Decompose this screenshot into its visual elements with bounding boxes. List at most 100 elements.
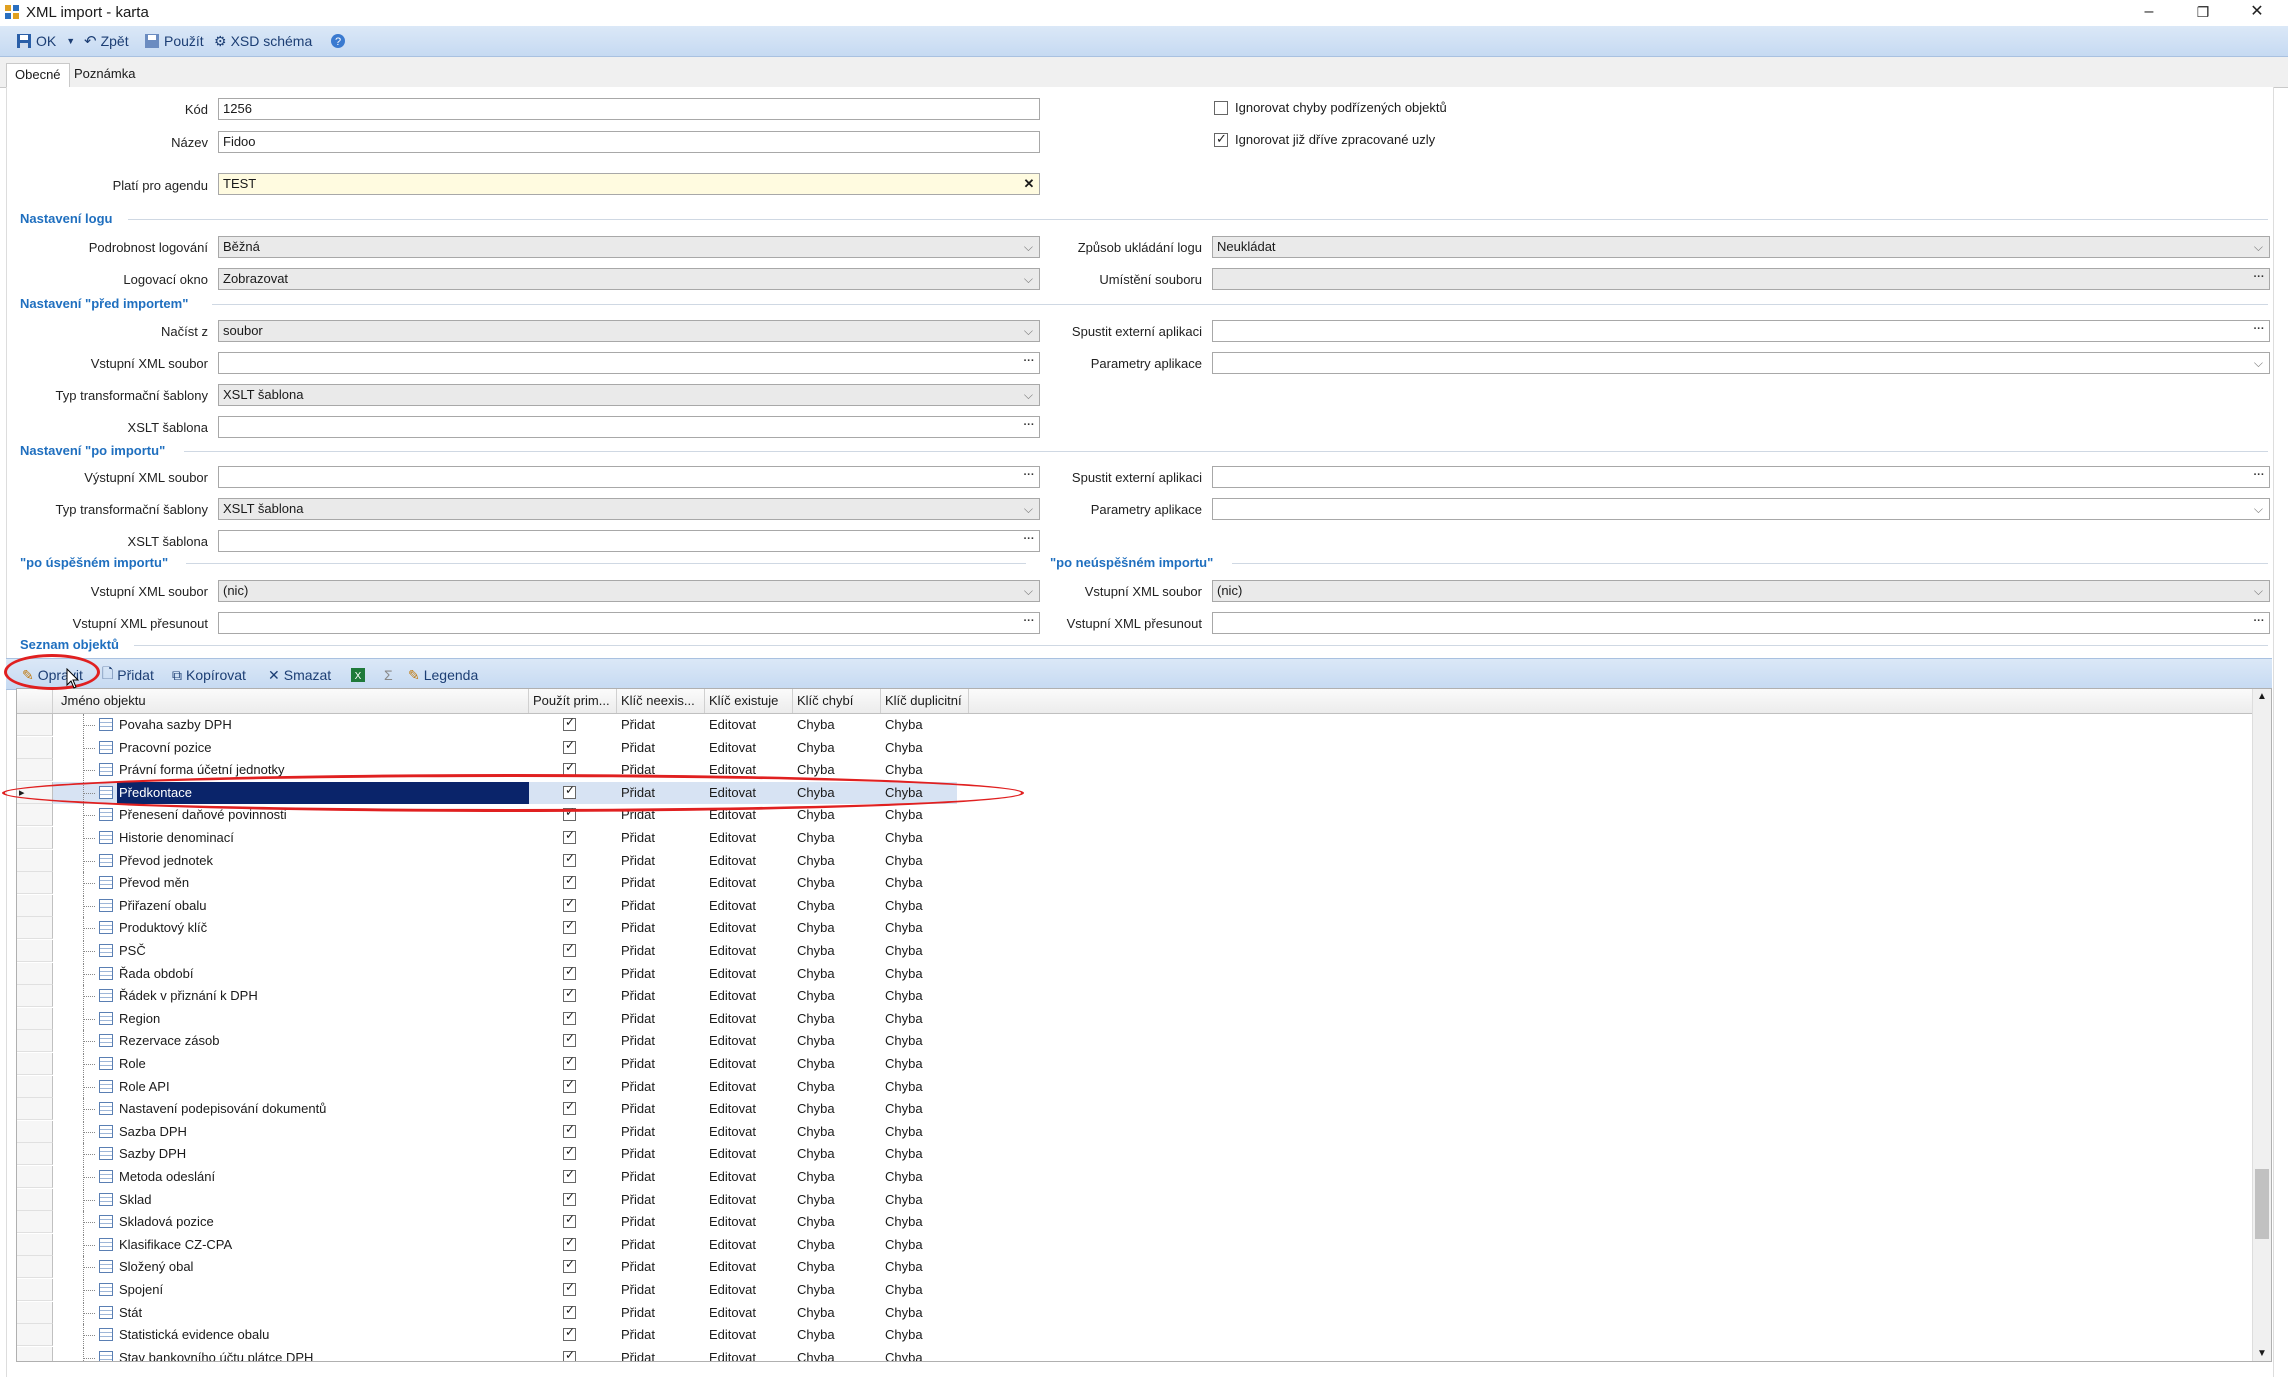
object-name-cell[interactable]: Region	[117, 1008, 529, 1030]
object-name-cell[interactable]: Klasifikace CZ-CPA	[117, 1234, 529, 1256]
header-key-duplicate[interactable]: Klíč duplicitní	[881, 689, 969, 713]
copy-button[interactable]: ⧉ Kopírovat	[172, 665, 246, 685]
key-not-exists-cell[interactable]: Přidat	[621, 872, 705, 894]
key-duplicate-cell[interactable]: Chyba	[885, 804, 969, 826]
use-primary-checkbox[interactable]	[563, 1325, 576, 1342]
clear-icon[interactable]: ✕	[1021, 176, 1037, 192]
ignore-child-errors-checkbox[interactable]	[1214, 101, 1228, 115]
header-key-missing[interactable]: Klíč chybí	[793, 689, 881, 713]
key-missing-cell[interactable]: Chyba	[797, 872, 881, 894]
key-exists-cell[interactable]: Editovat	[709, 714, 793, 736]
row-indicator[interactable]	[17, 759, 53, 782]
table-row[interactable]: Produktový klíčPřidatEditovatChybaChyba	[17, 917, 957, 940]
run-ext-field[interactable]: ···	[1212, 320, 2270, 342]
object-name-cell[interactable]: Historie denominací	[117, 827, 529, 849]
post-run-ext-field[interactable]: ···	[1212, 466, 2270, 488]
object-name-cell[interactable]: Stát	[117, 1302, 529, 1324]
key-not-exists-cell[interactable]: Přidat	[621, 1121, 705, 1143]
table-row[interactable]: Složený obalPřidatEditovatChybaChyba	[17, 1256, 957, 1279]
row-indicator[interactable]	[17, 1301, 53, 1324]
tab-note[interactable]: Poznámka	[66, 63, 143, 87]
table-row[interactable]: Metoda odesláníPřidatEditovatChybaChyba	[17, 1166, 957, 1188]
key-missing-cell[interactable]: Chyba	[797, 1143, 881, 1165]
key-duplicate-cell[interactable]: Chyba	[885, 1234, 969, 1256]
key-not-exists-cell[interactable]: Přidat	[621, 940, 705, 962]
key-duplicate-cell[interactable]: Chyba	[885, 827, 969, 849]
use-primary-checkbox[interactable]	[563, 1257, 576, 1274]
use-primary-checkbox[interactable]	[563, 941, 576, 957]
use-primary-checkbox[interactable]	[563, 1031, 576, 1048]
table-row[interactable]: SpojeníPřidatEditovatChybaChyba	[17, 1279, 957, 1301]
key-exists-cell[interactable]: Editovat	[709, 1279, 793, 1301]
table-row[interactable]: PSČPřidatEditovatChybaChyba	[17, 940, 957, 962]
object-name-cell[interactable]: Spojení	[117, 1279, 529, 1301]
table-row[interactable]: Převod jednotekPřidatEditovatChybaChyba	[17, 849, 957, 872]
use-primary-checkbox[interactable]	[563, 715, 576, 731]
table-row[interactable]: Sazba DPHPřidatEditovatChybaChyba	[17, 1120, 957, 1143]
row-indicator[interactable]	[17, 872, 53, 895]
key-exists-cell[interactable]: Editovat	[709, 917, 793, 939]
back-button[interactable]: ↶ Zpět	[84, 31, 129, 51]
row-indicator[interactable]	[17, 1098, 53, 1121]
use-primary-checkbox[interactable]	[563, 1303, 576, 1319]
object-name-cell[interactable]: Převod jednotek	[117, 850, 529, 872]
table-row[interactable]: Rezervace zásobPřidatEditovatChybaChyba	[17, 1030, 957, 1053]
use-primary-checkbox[interactable]	[563, 986, 576, 1003]
key-not-exists-cell[interactable]: Přidat	[621, 1166, 705, 1188]
row-indicator[interactable]	[17, 1030, 53, 1053]
key-missing-cell[interactable]: Chyba	[797, 850, 881, 872]
key-duplicate-cell[interactable]: Chyba	[885, 737, 969, 759]
object-name-cell[interactable]: PSČ	[117, 940, 529, 962]
key-not-exists-cell[interactable]: Přidat	[621, 1030, 705, 1052]
key-not-exists-cell[interactable]: Přidat	[621, 1256, 705, 1278]
maximize-button[interactable]: ❐	[2176, 0, 2230, 26]
grid-scrollbar[interactable]: ▲ ▼	[2252, 689, 2271, 1361]
use-primary-checkbox[interactable]	[563, 851, 576, 867]
key-exists-cell[interactable]: Editovat	[709, 1121, 793, 1143]
row-indicator[interactable]	[17, 1053, 53, 1075]
output-xml-field[interactable]: ···	[218, 466, 1040, 488]
key-exists-cell[interactable]: Editovat	[709, 1076, 793, 1098]
row-indicator[interactable]	[17, 894, 53, 917]
key-missing-cell[interactable]: Chyba	[797, 1053, 881, 1075]
key-exists-cell[interactable]: Editovat	[709, 940, 793, 962]
app-params-select[interactable]: ⌵	[1212, 352, 2270, 374]
table-row[interactable]: Povaha sazby DPHPřidatEditovatChybaChyba	[17, 714, 957, 736]
row-indicator[interactable]	[17, 736, 53, 759]
key-exists-cell[interactable]: Editovat	[709, 737, 793, 759]
key-exists-cell[interactable]: Editovat	[709, 1347, 793, 1361]
use-primary-checkbox[interactable]	[563, 1167, 576, 1183]
table-row[interactable]: Sazby DPHPřidatEditovatChybaChyba	[17, 1143, 957, 1166]
apply-button[interactable]: Použít	[144, 31, 204, 51]
object-name-cell[interactable]: Povaha sazby DPH	[117, 714, 529, 736]
xslt-field[interactable]: ···	[218, 416, 1040, 438]
object-name-cell[interactable]: Sazby DPH	[117, 1143, 529, 1165]
scroll-thumb[interactable]	[2255, 1169, 2269, 1239]
row-indicator[interactable]	[17, 849, 53, 872]
object-name-cell[interactable]: Sklad	[117, 1189, 529, 1211]
key-duplicate-cell[interactable]: Chyba	[885, 940, 969, 962]
key-not-exists-cell[interactable]: Přidat	[621, 1098, 705, 1120]
sum-button[interactable]: Σ	[384, 665, 393, 685]
ellipsis-icon[interactable]: ···	[1021, 419, 1037, 435]
post-transform-type-select[interactable]: XSLT šablona ⌵	[218, 498, 1040, 520]
key-duplicate-cell[interactable]: Chyba	[885, 1076, 969, 1098]
key-duplicate-cell[interactable]: Chyba	[885, 1279, 969, 1301]
key-duplicate-cell[interactable]: Chyba	[885, 985, 969, 1007]
row-indicator[interactable]	[17, 1007, 53, 1030]
object-name-cell[interactable]: Role API	[117, 1076, 529, 1098]
table-row[interactable]: Přiřazení obaluPřidatEditovatChybaChyba	[17, 894, 957, 917]
key-duplicate-cell[interactable]: Chyba	[885, 1098, 969, 1120]
key-missing-cell[interactable]: Chyba	[797, 1121, 881, 1143]
ellipsis-icon[interactable]: ···	[1021, 533, 1037, 549]
key-duplicate-cell[interactable]: Chyba	[885, 1347, 969, 1361]
key-missing-cell[interactable]: Chyba	[797, 1030, 881, 1052]
log-save-select[interactable]: Neukládat ⌵	[1212, 236, 2270, 258]
key-missing-cell[interactable]: Chyba	[797, 963, 881, 985]
key-not-exists-cell[interactable]: Přidat	[621, 737, 705, 759]
key-missing-cell[interactable]: Chyba	[797, 1279, 881, 1301]
key-duplicate-cell[interactable]: Chyba	[885, 917, 969, 939]
row-indicator[interactable]	[17, 1233, 53, 1256]
key-missing-cell[interactable]: Chyba	[797, 1076, 881, 1098]
table-row[interactable]: StátPřidatEditovatChybaChyba	[17, 1301, 957, 1324]
